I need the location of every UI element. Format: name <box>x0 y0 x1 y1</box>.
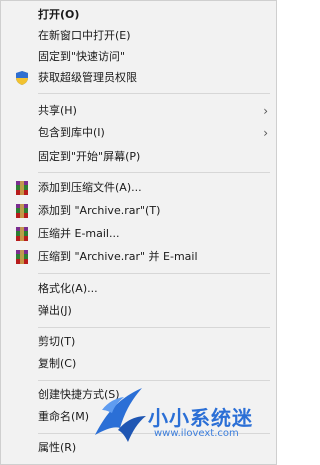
menu-item-label: 打开(O) <box>38 8 80 21</box>
menu-item-label: 创建快捷方式(S) <box>38 388 120 401</box>
menu-item-label: 添加到压缩文件(A)... <box>38 181 142 194</box>
menu-item-eject[interactable]: 弹出(J) <box>1 301 276 321</box>
menu-item-open-new-window[interactable]: 在新窗口中打开(E) <box>1 26 276 46</box>
menu-item-add-to-archive-rar[interactable]: 添加到 "Archive.rar"(T) <box>1 201 276 221</box>
menu-item-label: 固定到"开始"屏幕(P) <box>38 150 141 163</box>
winrar-icon <box>14 249 30 265</box>
menu-item-open[interactable]: 打开(O) <box>1 5 276 25</box>
menu-item-include-in-library[interactable]: 包含到库中(I) › <box>1 123 276 143</box>
menu-item-create-shortcut[interactable]: 创建快捷方式(S) <box>1 385 276 405</box>
menu-separator <box>38 273 270 274</box>
menu-item-label: 重命名(M) <box>38 410 90 423</box>
menu-separator <box>38 93 270 94</box>
chevron-right-icon: › <box>263 126 268 140</box>
menu-item-label: 属性(R) <box>38 441 77 454</box>
menu-item-label: 在新窗口中打开(E) <box>38 29 131 42</box>
menu-item-properties[interactable]: 属性(R) <box>1 438 276 458</box>
menu-item-label: 共享(H) <box>38 104 77 117</box>
chevron-right-icon: › <box>263 104 268 118</box>
menu-item-label: 弹出(J) <box>38 304 72 317</box>
menu-item-label: 获取超级管理员权限 <box>38 71 137 84</box>
menu-item-label: 剪切(T) <box>38 335 76 348</box>
menu-item-label: 包含到库中(I) <box>38 126 105 139</box>
menu-item-pin-quick-access[interactable]: 固定到"快速访问" <box>1 47 276 67</box>
uac-shield-icon <box>14 70 30 86</box>
menu-item-cut[interactable]: 剪切(T) <box>1 332 276 352</box>
menu-item-compress-rar-email[interactable]: 压缩到 "Archive.rar" 并 E-mail <box>1 247 276 267</box>
menu-item-label: 压缩到 "Archive.rar" 并 E-mail <box>38 250 198 263</box>
menu-item-label: 格式化(A)... <box>38 282 98 295</box>
menu-item-format[interactable]: 格式化(A)... <box>1 279 276 299</box>
winrar-icon <box>14 203 30 219</box>
menu-item-take-ownership[interactable]: 获取超级管理员权限 <box>1 68 276 88</box>
menu-item-label: 压缩并 E-mail... <box>38 227 120 240</box>
menu-separator <box>38 433 270 434</box>
menu-item-rename[interactable]: 重命名(M) <box>1 407 276 427</box>
winrar-icon <box>14 180 30 196</box>
menu-separator <box>38 380 270 381</box>
menu-item-compress-email[interactable]: 压缩并 E-mail... <box>1 224 276 244</box>
menu-separator <box>38 172 270 173</box>
menu-item-label: 固定到"快速访问" <box>38 50 126 63</box>
menu-separator <box>38 327 270 328</box>
winrar-icon <box>14 226 30 242</box>
context-menu: 打开(O) 在新窗口中打开(E) 固定到"快速访问" 获取超级管理员权限 共享(… <box>0 0 277 465</box>
menu-item-add-to-archive[interactable]: 添加到压缩文件(A)... <box>1 178 276 198</box>
menu-item-pin-start[interactable]: 固定到"开始"屏幕(P) <box>1 147 276 167</box>
menu-item-label: 添加到 "Archive.rar"(T) <box>38 204 161 217</box>
menu-item-label: 复制(C) <box>38 357 77 370</box>
menu-item-copy[interactable]: 复制(C) <box>1 354 276 374</box>
menu-item-share[interactable]: 共享(H) › <box>1 101 276 121</box>
